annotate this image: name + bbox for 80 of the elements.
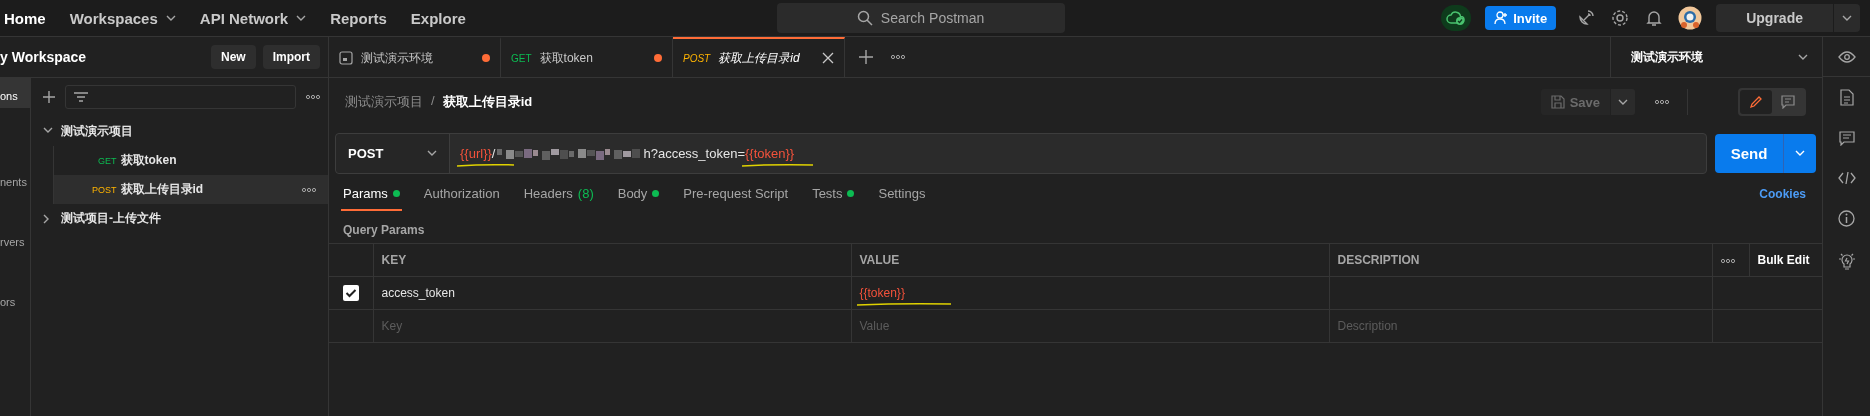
environment-icon — [339, 51, 353, 65]
variable-value[interactable]: {{token}} — [859, 286, 905, 300]
request-section-tab[interactable]: Authorization — [421, 177, 502, 211]
pencil-icon — [1749, 95, 1763, 109]
more-icon[interactable] — [891, 54, 905, 60]
request-section-tab[interactable]: Pre-request Script — [681, 177, 791, 211]
lightbulb-icon[interactable] — [1837, 252, 1856, 270]
checkbox[interactable] — [342, 285, 359, 301]
request-tab[interactable]: 测试演示环境 — [329, 37, 501, 77]
request-item[interactable]: POST 获取上传目录id — [53, 175, 328, 204]
invite-button[interactable]: Invite — [1485, 6, 1557, 30]
save-options-button[interactable] — [1611, 89, 1635, 115]
sidebar-tab[interactable]: nents — [0, 154, 30, 194]
comment-icon[interactable] — [1838, 131, 1855, 146]
avatar-icon[interactable] — [1678, 6, 1703, 30]
nav-menu-item[interactable]: Home — [4, 9, 56, 27]
request-section-tab[interactable]: Params — [341, 177, 402, 211]
chevron-down-icon[interactable] — [1842, 14, 1852, 22]
satellite-icon[interactable] — [1576, 8, 1597, 28]
request-section-tab[interactable]: Body — [615, 177, 662, 211]
cloud-check-icon — [1446, 10, 1467, 26]
nav-menu-item[interactable]: API Network — [199, 9, 317, 27]
request-name: 获取上传目录id — [120, 181, 204, 198]
chevron-down-icon — [1798, 53, 1808, 61]
nav-menu-item[interactable]: Explore — [410, 9, 476, 27]
more-icon[interactable] — [302, 186, 316, 193]
close-icon[interactable] — [822, 52, 834, 64]
search-field[interactable]: Search Postman — [776, 3, 1065, 33]
comment-icon — [1781, 95, 1795, 109]
eye-icon[interactable] — [1837, 50, 1856, 63]
bulk-edit-button[interactable]: Bulk Edit — [1749, 243, 1822, 277]
import-button[interactable]: Import — [262, 45, 320, 69]
settings-icon[interactable] — [1610, 8, 1631, 28]
count-label: (8) — [577, 185, 594, 201]
collection-item[interactable]: 测试演示项目 — [31, 117, 328, 146]
section-title: Query Params — [342, 222, 426, 239]
sidebar-tab[interactable]: ons — [0, 78, 30, 108]
sidebar-tab[interactable]: ors — [0, 274, 30, 314]
column-header: VALUE — [851, 243, 1329, 277]
column-header: DESCRIPTION — [1329, 243, 1712, 277]
more-icon[interactable] — [1720, 258, 1735, 264]
add-person-icon — [1494, 11, 1509, 25]
plus-icon[interactable] — [859, 50, 873, 64]
save-icon — [1550, 95, 1565, 109]
nav-menu-item[interactable]: Workspaces — [69, 9, 186, 27]
view-mode-toggle[interactable] — [1740, 90, 1772, 114]
breadcrumb-separator: / — [431, 93, 435, 110]
document-icon[interactable] — [1839, 89, 1854, 106]
chevron-down-icon — [1618, 98, 1628, 106]
chevron-down-icon — [1795, 150, 1805, 157]
collection-name: 测试项目-上传文件 — [61, 210, 161, 227]
environment-dropdown[interactable]: 测试演示环境 — [1610, 37, 1822, 77]
method-label: GET — [98, 155, 117, 166]
search-placeholder: Search Postman — [880, 10, 985, 26]
sidebar-tab[interactable]: rvers — [0, 214, 30, 254]
request-section-tab[interactable]: Headers (8) — [521, 177, 596, 211]
workspace-title: y Workspace — [0, 49, 87, 65]
nav-menu-item[interactable]: Reports — [330, 9, 397, 27]
sync-status-icon[interactable] — [1441, 5, 1472, 31]
collection-name: 测试演示项目 — [61, 123, 133, 140]
info-icon[interactable] — [1838, 210, 1855, 227]
code-icon[interactable] — [1837, 171, 1856, 185]
cookies-link[interactable]: Cookies — [1759, 177, 1806, 211]
filter-field[interactable] — [65, 85, 296, 109]
request-title: 获取上传目录id — [442, 93, 533, 111]
more-icon[interactable] — [306, 94, 320, 100]
method-label: POST — [92, 184, 117, 195]
search-icon — [856, 10, 873, 26]
collection-item[interactable]: 测试项目-上传文件 — [31, 204, 328, 233]
request-section-tab[interactable]: Settings — [876, 177, 928, 211]
request-name: 获取token — [120, 152, 177, 169]
more-icon[interactable] — [1655, 99, 1669, 105]
filter-icon — [74, 92, 88, 102]
plus-icon[interactable] — [43, 91, 55, 103]
request-section-tab[interactable]: Tests — [810, 177, 857, 211]
breadcrumb-link[interactable]: 测试演示项目 — [345, 93, 423, 111]
request-tab[interactable]: POST 获取上传目录id — [673, 37, 845, 77]
new-button[interactable]: New — [210, 45, 256, 69]
column-header: KEY — [373, 243, 851, 277]
table-cell[interactable]: access_token — [373, 276, 851, 310]
